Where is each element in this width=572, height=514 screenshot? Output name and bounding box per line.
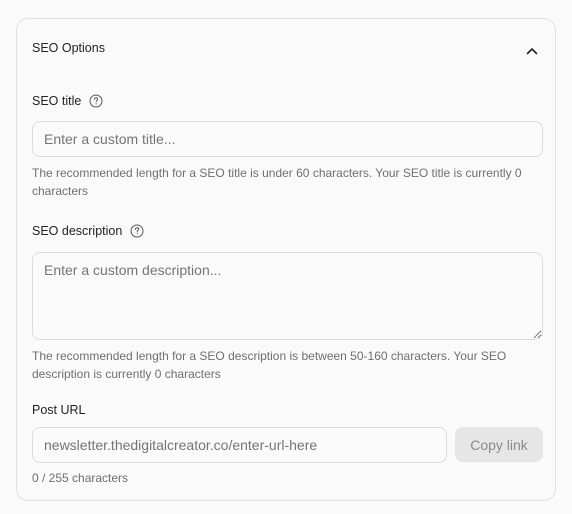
seo-description-label: SEO description	[32, 224, 123, 238]
seo-options-header[interactable]: SEO Options	[32, 39, 541, 63]
post-url-char-count: 0 / 255 characters	[32, 471, 129, 485]
seo-options-panel: SEO Options SEO title The recommended le…	[16, 18, 556, 501]
seo-description-label-row: SEO description	[32, 222, 144, 240]
question-circle-icon[interactable]	[130, 224, 144, 238]
post-url-label-row: Post URL	[32, 401, 86, 419]
seo-description-textarea[interactable]	[32, 252, 543, 340]
seo-title-label-row: SEO title	[32, 92, 103, 110]
post-url-label: Post URL	[32, 403, 86, 417]
seo-options-title: SEO Options	[32, 41, 105, 55]
seo-title-hint: The recommended length for a SEO title i…	[32, 166, 522, 198]
seo-description-hint: The recommended length for a SEO descrip…	[32, 349, 507, 381]
seo-title-input[interactable]	[32, 121, 543, 157]
post-url-input[interactable]	[32, 427, 447, 463]
question-circle-icon[interactable]	[89, 94, 103, 108]
copy-link-button[interactable]: Copy link	[455, 427, 543, 462]
chevron-up-icon[interactable]	[523, 42, 541, 60]
seo-title-label: SEO title	[32, 94, 82, 108]
